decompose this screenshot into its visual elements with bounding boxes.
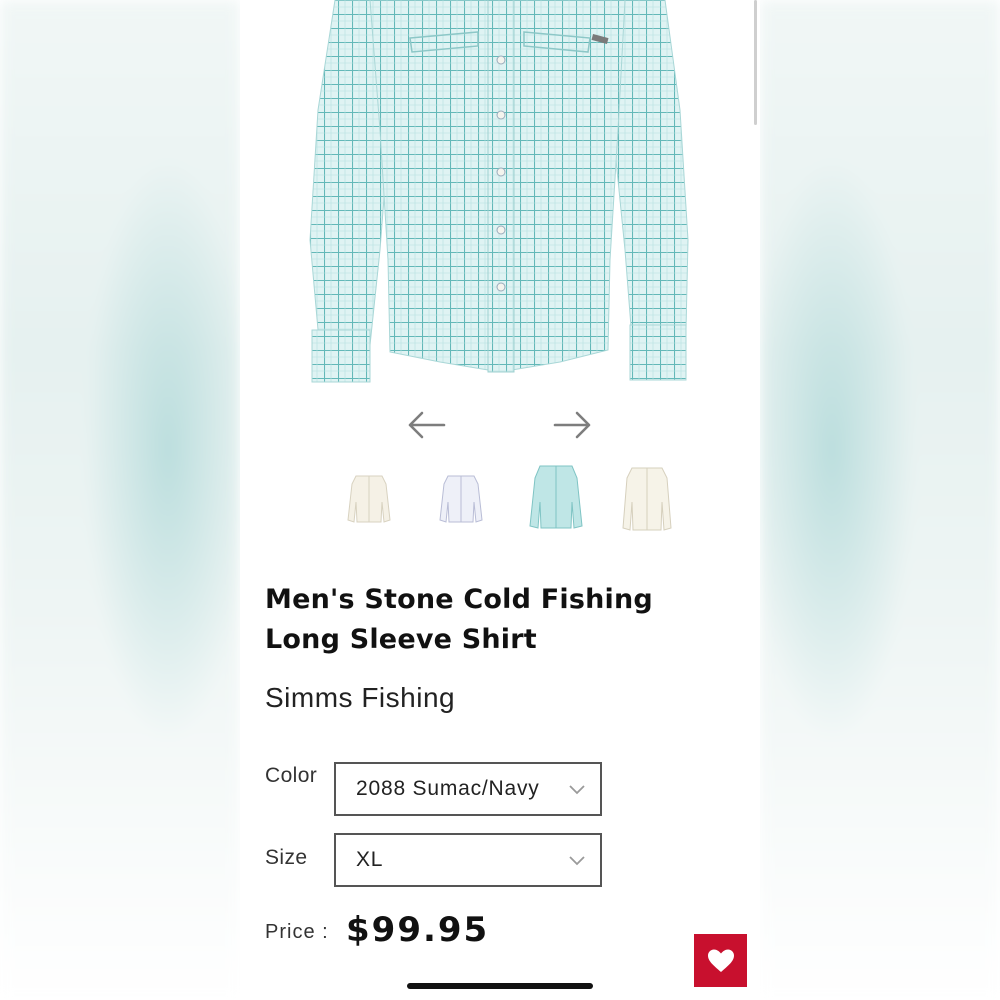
home-indicator[interactable] (407, 983, 593, 989)
chevron-down-icon (568, 853, 586, 867)
price-label: Price : (265, 921, 329, 943)
blurred-backdrop-left (0, 0, 240, 1000)
arrow-left-icon (408, 411, 446, 439)
thumbnail-4[interactable] (622, 462, 672, 534)
product-page[interactable]: Men's Stone Cold Fishing Long Sleeve Shi… (240, 0, 760, 1000)
product-title: Men's Stone Cold Fishing Long Sleeve Shi… (265, 584, 653, 655)
thumbnail-2[interactable] (436, 462, 486, 534)
gallery-next-button[interactable] (551, 405, 595, 445)
shirt-thumbnail-image (622, 467, 672, 531)
size-select[interactable]: XL (334, 833, 602, 887)
favorite-button[interactable] (694, 934, 747, 987)
shirt-thumbnail-image (439, 475, 483, 523)
color-label: Color (265, 764, 318, 787)
color-select-value: 2088 Sumac/Navy (356, 777, 540, 800)
thumbnail-1[interactable] (344, 462, 394, 534)
arrow-right-icon (553, 411, 591, 439)
price-value: $99.95 (346, 910, 490, 950)
gallery-prev-button[interactable] (404, 405, 448, 445)
thumbnail-strip (336, 462, 676, 534)
heart-icon (707, 949, 734, 972)
size-label: Size (265, 846, 308, 869)
thumbnail-3[interactable] (526, 462, 586, 534)
shirt-thumbnail-image (347, 475, 391, 523)
size-select-value: XL (356, 848, 384, 871)
chevron-down-icon (568, 782, 586, 796)
shirt-thumbnail-image (529, 465, 583, 529)
blurred-backdrop-right (760, 0, 1000, 1000)
shirt-image (309, 0, 689, 383)
product-main-image[interactable] (240, 0, 760, 395)
color-select[interactable]: 2088 Sumac/Navy (334, 762, 602, 816)
product-brand[interactable]: Simms Fishing (265, 682, 455, 714)
